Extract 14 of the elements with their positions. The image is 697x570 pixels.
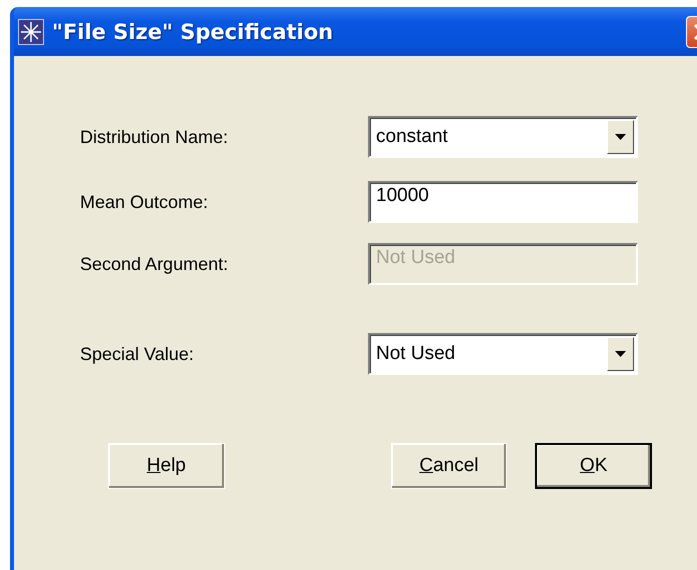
dropdown-arrow-icon xyxy=(615,134,626,140)
field-label: Distribution Name: xyxy=(80,126,230,148)
field-label: Second Argument: xyxy=(80,254,230,274)
input-field[interactable]: 10000 xyxy=(368,181,638,223)
dropdown[interactable]: Not Used xyxy=(368,333,638,375)
dropdown[interactable]: constant xyxy=(368,116,638,158)
dropdown-arrow-icon xyxy=(615,351,626,357)
star-icon xyxy=(18,18,44,44)
window-title: "File Size" Specification xyxy=(52,20,334,44)
dialog-button[interactable]: Help xyxy=(108,443,225,489)
field-label: Special Value: xyxy=(80,344,195,364)
dialog-button[interactable]: Cancel xyxy=(390,443,508,489)
dialog-button[interactable]: OK xyxy=(535,443,652,489)
field-label: Mean Outcome: xyxy=(80,192,210,212)
